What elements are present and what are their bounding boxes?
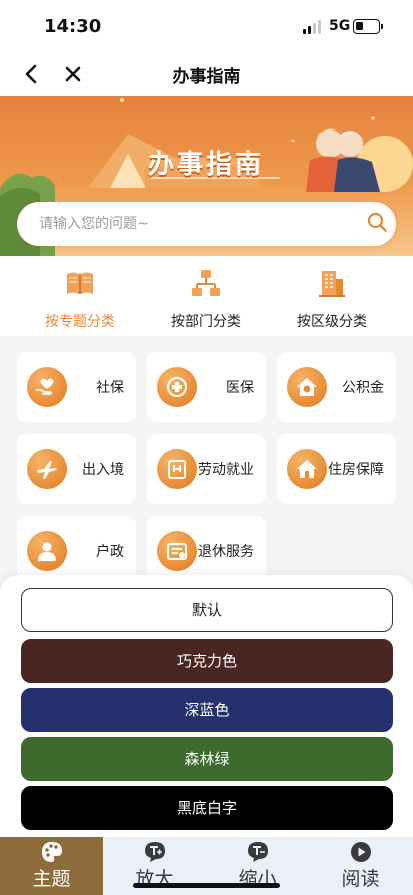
airplane-icon — [27, 449, 67, 489]
play-icon — [351, 842, 371, 862]
service-label: 住房保障 — [328, 462, 384, 478]
theme-forest-green-button[interactable]: 森林绿 — [21, 737, 393, 781]
search-input[interactable] — [39, 213, 359, 235]
category-tabs: 按专题分类 按部门分类 按区级分类 — [0, 256, 413, 336]
battery-icon — [353, 19, 380, 34]
medical-insurance-icon — [157, 367, 197, 407]
service-tile-medical-insurance[interactable]: 医保 — [147, 352, 266, 422]
search-box[interactable] — [17, 202, 396, 246]
org-chart-icon — [192, 270, 220, 296]
service-label: 户政 — [96, 544, 124, 560]
employment-icon — [157, 449, 197, 489]
signal-icon — [303, 20, 323, 34]
palette-icon — [42, 842, 62, 862]
person-icon — [27, 531, 67, 571]
service-tile-employment[interactable]: 劳动就业 — [147, 434, 266, 504]
theme-black-white-button[interactable]: 黑底白字 — [21, 786, 393, 830]
social-security-icon — [27, 367, 67, 407]
service-tile-entry-exit[interactable]: 出入境 — [17, 434, 136, 504]
house-icon — [287, 449, 327, 489]
theme-default-button[interactable]: 默认 — [21, 588, 393, 632]
service-label: 劳动就业 — [198, 462, 254, 478]
status-bar: 14:30 5G — [0, 0, 413, 52]
building-icon — [319, 271, 345, 297]
tab-by-district[interactable]: 按区级分类 — [272, 256, 392, 336]
tab-by-topic[interactable]: 按专题分类 — [20, 256, 140, 336]
service-label: 公积金 — [342, 380, 384, 396]
housing-fund-icon — [287, 367, 327, 407]
nav-bar: 办事指南 — [0, 52, 413, 96]
battery-tip — [381, 24, 383, 29]
tab-read-aloud[interactable]: 阅读 — [309, 837, 412, 895]
book-icon — [67, 272, 93, 294]
theme-sheet: 默认 巧克力色 深蓝色 森林绿 黑底白字 — [0, 575, 413, 837]
tab-label: 阅读 — [341, 868, 380, 890]
service-label: 出入境 — [82, 462, 124, 478]
service-label: 社保 — [96, 380, 124, 396]
network-label: 5G — [329, 18, 351, 34]
banner-title: 办事指南 — [148, 150, 265, 180]
home-indicator — [133, 883, 280, 888]
service-tile-housing-fund[interactable]: 公积金 — [277, 352, 396, 422]
tab-label: 按部门分类 — [171, 314, 241, 330]
theme-chocolate-button[interactable]: 巧克力色 — [21, 639, 393, 683]
service-tile-social-security[interactable]: 社保 — [17, 352, 136, 422]
tab-label: 主题 — [32, 868, 71, 890]
tab-label: 按区级分类 — [297, 314, 367, 330]
page-title: 办事指南 — [172, 67, 241, 87]
service-tile-housing-security[interactable]: 住房保障 — [277, 434, 396, 504]
retirement-icon — [157, 531, 197, 571]
service-label: 退休服务 — [198, 544, 254, 560]
service-label: 医保 — [226, 380, 254, 396]
zoom-in-text-icon — [145, 842, 165, 862]
tab-theme[interactable]: 主题 — [0, 837, 103, 895]
status-time: 14:30 — [44, 16, 102, 37]
tab-by-department[interactable]: 按部门分类 — [146, 256, 266, 336]
search-icon[interactable] — [366, 211, 388, 233]
zoom-out-text-icon — [248, 842, 268, 862]
theme-navy-button[interactable]: 深蓝色 — [21, 688, 393, 732]
tab-label: 按专题分类 — [45, 314, 115, 330]
